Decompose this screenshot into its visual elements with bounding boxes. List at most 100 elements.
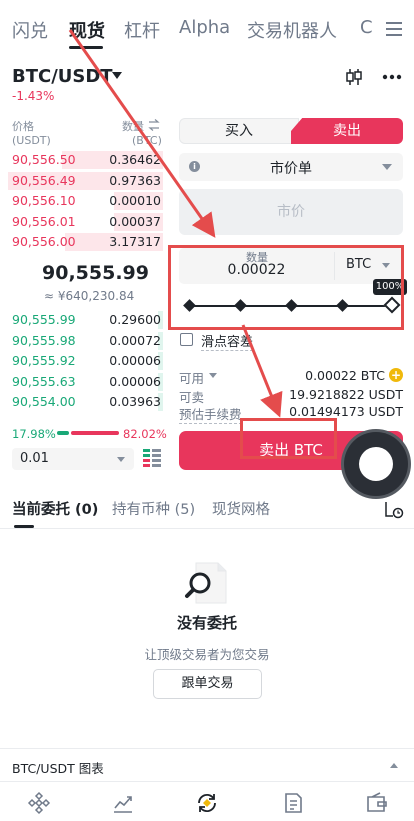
sellable-row: 可卖 19.9218822 USDT [179, 387, 403, 405]
slippage-checkbox[interactable] [180, 333, 193, 346]
slippage-label[interactable]: 滑点容差 [201, 331, 254, 351]
last-price: 90,555.99 [42, 262, 149, 284]
markets-icon[interactable] [111, 791, 135, 815]
futures-icon[interactable] [281, 791, 305, 815]
depth-precision-value: 0.01 [20, 451, 49, 466]
buy-ratio: 17.98% [12, 427, 56, 441]
ask-price: 90,556.10 [12, 193, 76, 209]
bid-row[interactable]: 90,555.92 0.00006 [0, 351, 163, 371]
bid-qty: 0.00006 [109, 353, 161, 369]
bid-row[interactable]: 90,555.63 0.00006 [0, 372, 163, 392]
market-price-field: 市价 [179, 189, 403, 235]
empty-subtitle: 让顶级交易者为您交易 [144, 647, 270, 662]
bid-price: 90,555.92 [12, 353, 76, 369]
ask-price: 90,556.50 [12, 152, 76, 167]
sellable-value: 19.9218822 USDT [289, 387, 403, 402]
price-change: -1.43% [12, 89, 55, 103]
tab-spot-grid[interactable]: 现货网格 [212, 498, 270, 519]
fee-label[interactable]: 预估手续费 [179, 404, 242, 424]
ask-row[interactable]: 90,556.01 0.00037 [0, 212, 163, 232]
ask-qty: 0.36462 [109, 152, 161, 167]
document-search-icon [185, 562, 227, 604]
bid-row[interactable]: 90,554.00 0.03963 [0, 392, 163, 412]
more-icon[interactable] [382, 74, 402, 80]
tab-convert[interactable]: 闪兑 [12, 17, 48, 43]
buy-tab[interactable]: 买入 [179, 118, 299, 144]
bid-price: 90,555.99 [12, 312, 76, 327]
tab-alpha[interactable]: Alpha [179, 17, 230, 38]
bid-price: 90,555.63 [12, 373, 76, 389]
wallet-icon[interactable] [365, 791, 389, 815]
qty-header: 数量 [122, 120, 144, 133]
bid-qty: 0.29600 [109, 312, 161, 327]
bid-qty: 0.00006 [109, 373, 161, 389]
annotation-box-sell-button [240, 418, 337, 459]
buy-ratio-bar [57, 431, 69, 435]
bid-row[interactable]: 90,555.98 0.00072 [0, 331, 163, 351]
ask-price: 90,556.49 [12, 172, 76, 188]
bid-qty: 0.03963 [109, 394, 161, 410]
sell-ratio-bar [71, 431, 119, 435]
assistive-touch-button[interactable] [344, 432, 408, 496]
bid-price: 90,555.98 [12, 332, 76, 348]
trade-icon[interactable] [195, 791, 219, 815]
tab-holdings[interactable]: 持有币种 (5) [112, 498, 195, 519]
chart-drawer-title: BTC/USDT 图表 [12, 761, 104, 776]
buy-sell-toggle: 买入 卖出 [179, 118, 403, 144]
home-icon[interactable] [27, 791, 51, 815]
candlestick-icon[interactable] [345, 68, 363, 86]
tab-spot[interactable]: 现货 [69, 17, 105, 43]
ask-qty: 0.00010 [109, 193, 161, 209]
ask-row[interactable]: 90,556.10 0.00010 [0, 191, 163, 211]
chevron-down-icon [117, 457, 125, 462]
ask-row[interactable]: 90,556.49 0.97363 [0, 171, 163, 191]
ask-price: 90,556.00 [12, 234, 76, 250]
order-history-icon[interactable] [384, 501, 404, 519]
ask-qty: 0.97363 [109, 172, 161, 188]
bid-row[interactable]: 90,555.99 0.29600 [0, 310, 163, 330]
tab-trading-bots[interactable]: 交易机器人 [247, 17, 337, 43]
tab-margin[interactable]: 杠杆 [124, 17, 160, 43]
copy-trading-button[interactable]: 跟单交易 [153, 669, 262, 699]
available-row: 可用 0.00022 BTC + [179, 368, 403, 387]
empty-title: 没有委托 [176, 614, 237, 632]
price-header: 价格 [12, 120, 34, 133]
chart-drawer[interactable]: BTC/USDT 图表 [0, 748, 414, 781]
assistive-touch-inner [359, 447, 393, 481]
ask-row[interactable]: 90,556.50 0.36462 [0, 150, 163, 170]
menu-icon[interactable] [386, 22, 402, 36]
ask-qty: 3.17317 [109, 234, 161, 250]
qty-unit: (BTC) [132, 134, 162, 147]
bottom-nav [0, 781, 414, 821]
orderbook-view-icon[interactable] [143, 449, 161, 467]
ask-row[interactable]: 90,556.00 3.17317 [0, 232, 163, 252]
chevron-up-icon[interactable] [390, 763, 398, 768]
bid-price: 90,554.00 [12, 394, 76, 410]
sell-ratio: 82.02% [123, 427, 167, 441]
chevron-down-icon[interactable] [209, 373, 217, 378]
available-value: 0.00022 BTC [305, 368, 385, 383]
order-type-value: 市价单 [270, 161, 312, 177]
price-unit: (USDT) [12, 134, 51, 147]
available-label[interactable]: 可用 [179, 368, 204, 387]
sell-tab[interactable]: 卖出 [291, 118, 403, 144]
depth-precision-select[interactable]: 0.01 [12, 448, 134, 470]
order-type-select[interactable]: i 市价单 [179, 153, 403, 181]
tab-more[interactable]: C [360, 17, 373, 38]
tab-open-orders[interactable]: 当前委托 (0) [12, 498, 98, 519]
plus-icon[interactable]: + [389, 368, 403, 382]
annotation-box-quantity [168, 245, 404, 330]
pair-selector[interactable]: BTC/USDT [12, 66, 113, 87]
last-price-cny: ≈ ¥640,230.84 [44, 289, 135, 303]
bid-qty: 0.00072 [109, 332, 161, 348]
chevron-down-icon [382, 164, 392, 170]
orders-tabs: 当前委托 (0) 持有币种 (5) 现货网格 [0, 492, 414, 528]
ask-price: 90,556.01 [12, 213, 76, 229]
chevron-down-icon[interactable] [112, 72, 122, 79]
fee-value: 0.01494173 USDT [289, 404, 403, 419]
swap-unit-icon[interactable] [148, 119, 160, 131]
active-tab-indicator [69, 46, 103, 49]
ask-qty: 0.00037 [109, 213, 161, 229]
top-tabs: 闪兑 现货 杠杆 Alpha 交易机器人 C [0, 0, 414, 58]
divider [0, 528, 414, 529]
